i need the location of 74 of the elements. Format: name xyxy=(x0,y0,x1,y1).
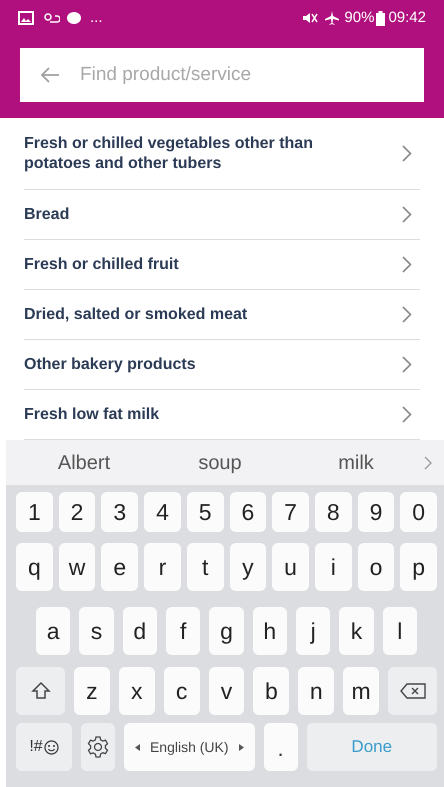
keyboard-key[interactable]: b xyxy=(253,667,290,715)
suggestion-item[interactable]: soup xyxy=(152,448,288,478)
weather-icon xyxy=(42,11,60,25)
keyboard-key[interactable]: n xyxy=(298,667,334,715)
airplane-icon xyxy=(324,10,340,26)
keyboard-key[interactable]: 8 xyxy=(314,492,352,532)
category-item[interactable]: Fresh or chilled fruit xyxy=(24,240,420,290)
keyboard-key[interactable]: u xyxy=(272,543,309,591)
chevron-right-icon xyxy=(402,356,412,373)
settings-icon xyxy=(86,735,110,759)
chevron-right-icon xyxy=(402,256,412,273)
category-item[interactable]: Dried, salted or smoked meat xyxy=(24,290,420,340)
keyboard-key[interactable]: 1 xyxy=(16,492,53,532)
clock-time: 09:42 xyxy=(388,8,426,28)
keyboard-key[interactable]: v xyxy=(208,667,244,715)
keyboard-key[interactable]: j xyxy=(296,607,330,655)
keyboard-key[interactable]: h xyxy=(252,607,287,655)
shift-key[interactable] xyxy=(16,667,65,715)
chat-icon xyxy=(66,11,82,25)
chevron-right-icon xyxy=(402,306,412,323)
keyboard-key[interactable]: 6 xyxy=(230,492,266,532)
keyboard-key[interactable]: w xyxy=(58,543,96,591)
shift-icon xyxy=(30,681,50,701)
left-triangle-icon xyxy=(134,744,140,750)
keyboard-key[interactable]: p xyxy=(400,543,438,591)
keyboard-key[interactable]: 7 xyxy=(272,492,309,532)
keyboard-key[interactable]: k xyxy=(339,607,374,655)
keyboard-key[interactable]: f xyxy=(166,607,200,655)
back-arrow-icon[interactable] xyxy=(40,67,60,83)
keyboard-key[interactable]: x xyxy=(118,667,155,715)
keyboard-key[interactable]: 0 xyxy=(400,492,438,532)
battery-icon xyxy=(376,10,386,26)
keyboard-key[interactable]: m xyxy=(343,667,380,715)
settings-key[interactable] xyxy=(81,723,115,771)
keyboard-key[interactable]: e xyxy=(101,543,138,591)
chevron-right-icon[interactable] xyxy=(424,456,432,470)
keyboard-key[interactable]: g xyxy=(209,607,244,655)
keyboard-key[interactable]: q xyxy=(16,543,53,591)
mute-icon xyxy=(302,11,318,25)
right-triangle-icon xyxy=(238,744,244,750)
keyboard-key[interactable]: z xyxy=(74,667,110,715)
category-item[interactable]: Fresh or chilled vegetables other than potatoes and other tubers xyxy=(24,118,420,190)
keyboard-key[interactable]: 2 xyxy=(58,492,96,532)
symbols-key[interactable]: !# xyxy=(16,723,72,771)
suggestion-item[interactable]: milk xyxy=(288,448,424,478)
keyboard-key[interactable]: a xyxy=(36,607,70,655)
period-key[interactable]: . xyxy=(264,723,298,771)
keyboard-key[interactable]: r xyxy=(144,543,181,591)
keyboard-key[interactable]: o xyxy=(358,543,394,591)
chevron-right-icon xyxy=(402,406,412,423)
category-item[interactable]: Other bakery products xyxy=(24,340,420,390)
keyboard-key[interactable]: s xyxy=(79,607,114,655)
backspace-key[interactable] xyxy=(388,667,438,715)
category-item[interactable]: Bread xyxy=(24,190,420,240)
notification-overflow: ... xyxy=(90,8,103,28)
keyboard-key[interactable]: 5 xyxy=(186,492,224,532)
keyboard-key[interactable]: 9 xyxy=(358,492,394,532)
search-field[interactable]: Find product/service xyxy=(20,48,424,102)
smiley-icon xyxy=(44,740,59,754)
keyboard-key[interactable]: 3 xyxy=(101,492,138,532)
suggestion-item[interactable]: Albert xyxy=(16,448,152,478)
battery-level: 90% xyxy=(344,8,374,28)
space-key[interactable]: English (UK) xyxy=(124,723,254,771)
keyboard-key[interactable]: l xyxy=(382,607,417,655)
keyboard-key[interactable]: 4 xyxy=(144,492,181,532)
keyboard-key[interactable]: y xyxy=(230,543,266,591)
image-icon xyxy=(18,11,34,25)
keyboard-key[interactable]: t xyxy=(186,543,224,591)
keyboard-key[interactable]: i xyxy=(314,543,352,591)
chevron-right-icon xyxy=(402,206,412,223)
keyboard-key[interactable]: c xyxy=(164,667,200,715)
keyboard-key[interactable]: d xyxy=(122,607,157,655)
backspace-icon xyxy=(400,683,426,699)
chevron-right-icon xyxy=(402,145,412,162)
